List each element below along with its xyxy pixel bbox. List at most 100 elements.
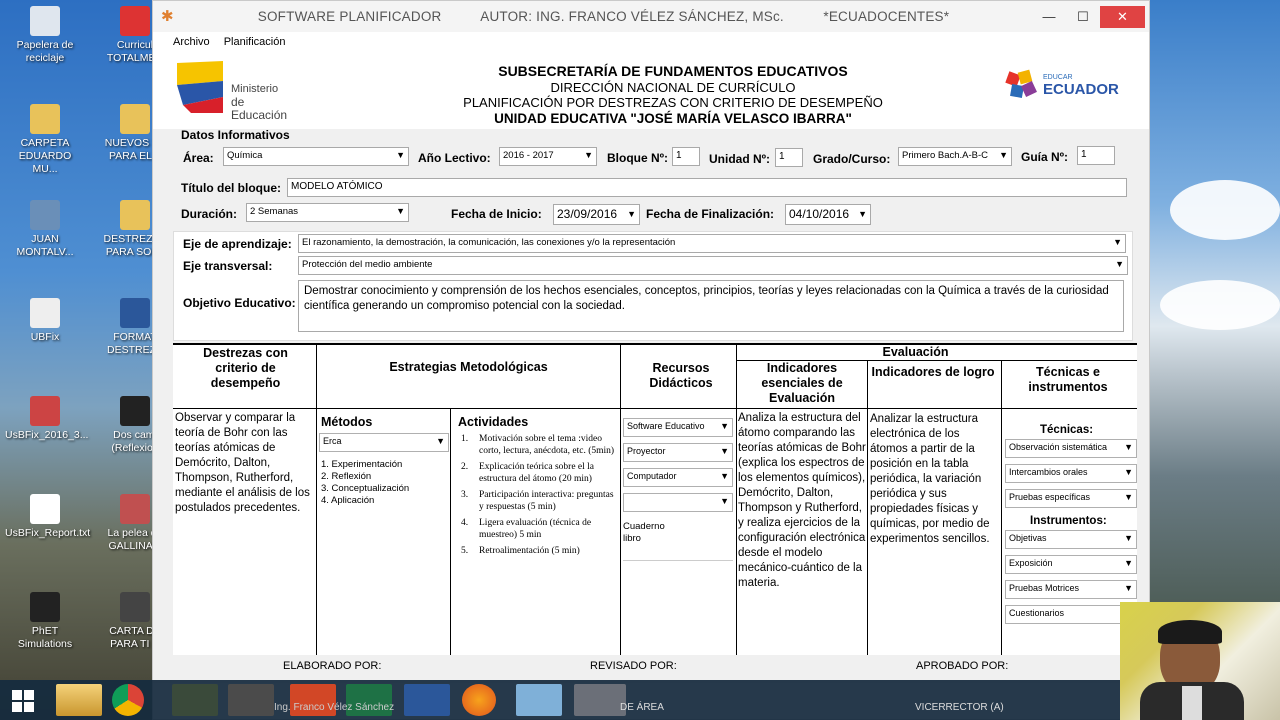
metodos-list[interactable]: 1. Experimentación 2. Reflexión 3. Conce… (321, 459, 409, 507)
recurso-select[interactable]: Proyector ▼ (623, 443, 733, 462)
grado-label: Grado/Curso: (813, 152, 891, 166)
desktop-file-icon (120, 298, 150, 328)
desktop-icon[interactable]: UBFix (5, 298, 85, 344)
instrumento-select[interactable]: Objetivas ▼ (1005, 530, 1137, 549)
footer-vicerrector: VICERRECTOR (A) (915, 702, 1004, 713)
educar-ecuador-logo: EDUCAR ECUADOR (1003, 69, 1133, 105)
desktop-icon[interactable]: Papelera de reciclaje (5, 6, 85, 65)
tecnica-value: Pruebas específicas (1009, 492, 1091, 502)
desktop-icon-label: JUAN MONTALV... (16, 233, 74, 258)
chevron-down-icon: ▼ (1124, 558, 1133, 568)
instrumento-select[interactable]: Exposición ▼ (1005, 555, 1137, 574)
form-area: Ministerio de Educación SUBSECRETARÍA DE… (153, 53, 1149, 683)
actividades-list[interactable]: 1. Motivación sobre el tema :video corto,… (453, 433, 619, 561)
actividad-item: 2. Explicación teórica sobre el la estruc… (453, 461, 619, 485)
actividad-text: Participación interactiva: preguntas y r… (479, 490, 614, 512)
area-select[interactable]: Química ▼ (223, 147, 409, 166)
duracion-select[interactable]: 2 Semanas ▼ (246, 203, 409, 222)
tecnica-select[interactable]: Observación sistemática ▼ (1005, 439, 1137, 458)
planificador-window: ✱ SOFTWARE PLANIFICADOR AUTOR: ING. FRAN… (152, 0, 1150, 720)
recurso-select[interactable]: Software Educativo ▼ (623, 418, 733, 437)
file-explorer-icon[interactable] (56, 684, 102, 716)
chevron-down-icon: ▼ (1124, 442, 1133, 452)
anio-value: 2016 - 2017 (503, 150, 554, 161)
desktop-file-icon (30, 104, 60, 134)
word-icon[interactable] (404, 684, 450, 716)
area-label: Área: (183, 151, 214, 165)
aprobado-label: APROBADO POR: (916, 660, 1009, 672)
instrumento-select[interactable]: Pruebas Motrices ▼ (1005, 580, 1137, 599)
actividad-text: Explicación teórica sobre el la estructu… (479, 462, 595, 484)
titulo-input[interactable]: MODELO ATÓMICO (287, 178, 1127, 197)
firefox-icon[interactable] (462, 684, 496, 716)
unidad-input[interactable]: 1 (775, 148, 803, 167)
transversal-select[interactable]: Protección del medio ambiente ▼ (298, 256, 1128, 275)
app-green-icon[interactable] (172, 684, 218, 716)
menu-planificacion[interactable]: Planificación (224, 36, 286, 48)
eje-value: El razonamiento, la demostración, la com… (302, 237, 676, 248)
actividad-number: 5. (461, 546, 469, 556)
recursos-extra[interactable]: Cuaderno libro (623, 521, 733, 561)
anio-select[interactable]: 2016 - 2017 ▼ (499, 147, 597, 166)
instrumento-value: Objetivas (1009, 533, 1047, 543)
app-gray-icon[interactable] (228, 684, 274, 716)
tecnica-select[interactable]: Pruebas específicas ▼ (1005, 489, 1137, 508)
grado-select[interactable]: Primero Bach.A-B-C ▼ (898, 147, 1012, 166)
desktop-icon[interactable]: UsBFix_Report.txt (5, 494, 90, 540)
desktop-icon[interactable]: CARPETA EDUARDO MU... (5, 104, 85, 176)
recurso-select[interactable]: ▼ (623, 493, 733, 512)
desktop-icon-label: UsBFix_2016_3... (5, 429, 89, 441)
minimize-button[interactable]: — (1032, 6, 1066, 28)
header-destrezas: Destrezas con criterio de desempeño (203, 346, 288, 390)
menu-bar: Archivo Planificación (153, 32, 1149, 52)
indicador-esencial-text[interactable]: Analiza la estructura del átomo comparan… (738, 411, 866, 591)
desktop-file-icon (30, 592, 60, 622)
objetivo-textarea[interactable]: Demostrar conocimiento y comprensión de … (298, 280, 1124, 332)
chevron-down-icon: ▼ (1124, 492, 1133, 502)
tecnica-select[interactable]: Intercambios orales ▼ (1005, 464, 1137, 483)
webcam-overlay (1120, 602, 1280, 720)
fin-date-picker[interactable]: 04/10/2016 ▼ (785, 204, 871, 225)
planificador-task-icon[interactable] (574, 684, 626, 716)
unidad-label: Unidad Nº: (709, 152, 771, 166)
fin-label: Fecha de Finalización: (646, 207, 775, 221)
actividad-number: 1. (461, 434, 469, 444)
desktop-icon[interactable]: JUAN MONTALV... (5, 200, 85, 259)
desktop-file-icon (120, 104, 150, 134)
destreza-text[interactable]: Observar y comparar la teoría de Bohr co… (175, 411, 313, 516)
close-button[interactable]: ✕ (1100, 5, 1145, 28)
desktop-icon[interactable]: UsBFix_2016_3... (5, 396, 89, 442)
indicador-logro-text[interactable]: Analizar la estructura electrónica de lo… (870, 412, 998, 547)
windows-start-icon[interactable] (12, 690, 34, 712)
eje-label: Eje de aprendizaje: (183, 237, 292, 251)
header-line4: UNIDAD EDUCATIVA "JOSÉ MARÍA VELASCO IBA… (494, 111, 852, 126)
transversal-value: Protección del medio ambiente (302, 259, 433, 270)
header-line3: PLANIFICACIÓN POR DESTREZAS CON CRITERIO… (463, 95, 883, 110)
chevron-down-icon: ▼ (858, 209, 867, 219)
desktop-icon-label: CARPETA EDUARDO MU... (18, 137, 72, 175)
chevron-down-icon: ▼ (1124, 533, 1133, 543)
chrome-icon[interactable] (112, 684, 144, 716)
inicio-date-picker[interactable]: 23/09/2016 ▼ (553, 204, 640, 225)
instrumento-select[interactable]: Cuestionarios (1005, 605, 1137, 624)
inicio-value: 23/09/2016 (557, 207, 618, 221)
chevron-down-icon: ▼ (584, 150, 593, 160)
metodo-select[interactable]: Erca ▼ (319, 433, 449, 452)
maximize-button[interactable]: ☐ (1066, 6, 1100, 28)
desktop-icon-label: Papelera de reciclaje (16, 39, 74, 64)
header-recursos: Recursos Didácticos (649, 361, 713, 390)
actividad-number: 3. (461, 490, 469, 500)
app-blue-icon[interactable] (516, 684, 562, 716)
duracion-label: Duración: (181, 207, 238, 221)
desktop-file-icon (120, 200, 150, 230)
desktop-icon[interactable]: PhET Simulations (5, 592, 85, 651)
menu-archivo[interactable]: Archivo (173, 36, 210, 48)
recurso-select[interactable]: Computador ▼ (623, 468, 733, 487)
eje-select[interactable]: El razonamiento, la demostración, la com… (298, 234, 1126, 253)
header-indicadores-esenciales: Indicadores esenciales de Evaluación (761, 361, 843, 405)
bloque-input[interactable]: 1 (672, 147, 700, 166)
transversal-label: Eje transversal: (183, 259, 273, 273)
guia-input[interactable]: 1 (1077, 146, 1115, 165)
title-bar: ✱ SOFTWARE PLANIFICADOR AUTOR: ING. FRAN… (153, 1, 1149, 32)
header-actividades: Actividades (458, 415, 529, 429)
